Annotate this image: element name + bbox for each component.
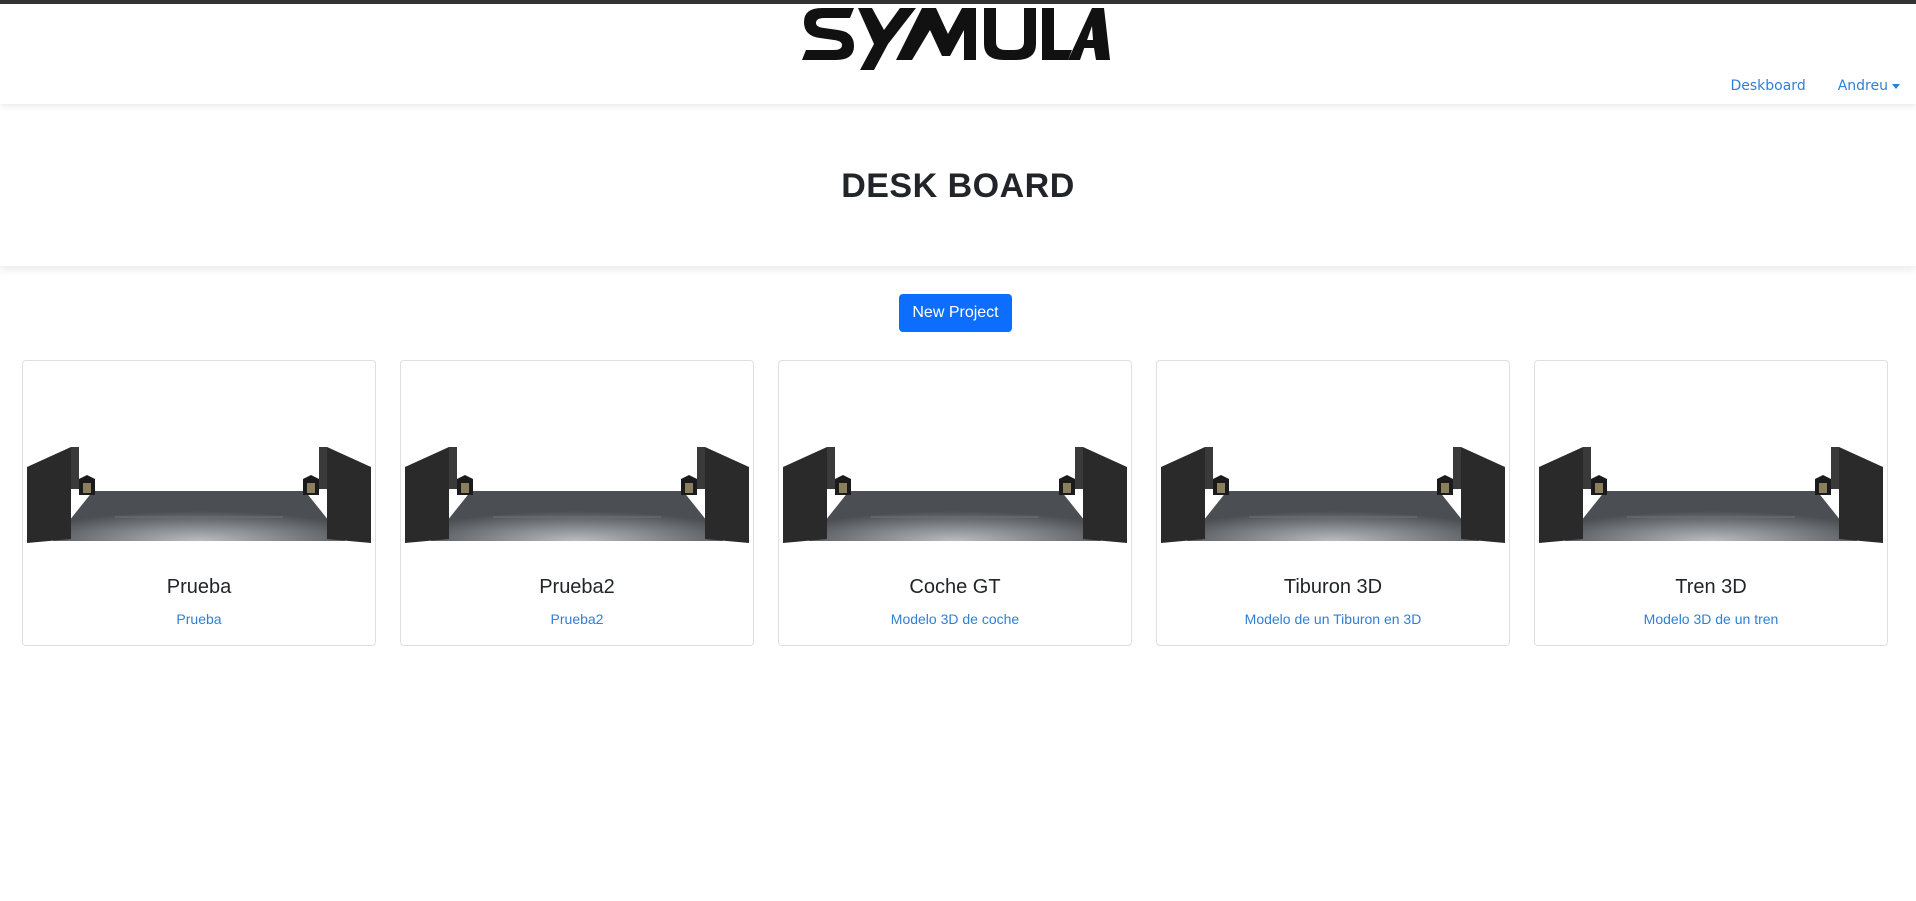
project-card[interactable]: Prueba2 Prueba2 [400, 360, 754, 646]
page-title: DESK BOARD [841, 166, 1075, 205]
project-description-link[interactable]: Prueba [23, 611, 375, 627]
user-menu-dropdown[interactable]: Andreu [1838, 78, 1900, 94]
site-header: Deskboard Andreu [0, 4, 1916, 104]
project-description-link[interactable]: Modelo 3D de coche [779, 611, 1131, 627]
project-card[interactable]: Coche GT Modelo 3D de coche [778, 360, 1132, 646]
project-title: Tren 3D [1675, 576, 1747, 598]
project-card[interactable]: Tiburon 3D Modelo de un Tiburon en 3D [1156, 360, 1510, 646]
project-card[interactable]: Prueba Prueba [22, 360, 376, 646]
project-title: Prueba [166, 576, 232, 598]
project-thumbnail [405, 447, 749, 543]
user-name: Andreu [1837, 78, 1888, 94]
project-description-link[interactable]: Prueba2 [401, 611, 753, 627]
project-title: Prueba2 [539, 576, 615, 598]
project-thumbnail [27, 447, 371, 543]
nav-deskboard-link[interactable]: Deskboard [1730, 78, 1805, 94]
project-grid: Prueba Prueba Prueba2 Prueba2 Coche GT M… [22, 360, 1888, 646]
project-title: Tiburon 3D [1283, 576, 1383, 598]
project-thumbnail [1161, 447, 1505, 543]
top-nav: Deskboard Andreu [1730, 78, 1900, 94]
project-description-link[interactable]: Modelo 3D de un tren [1535, 611, 1887, 627]
project-description-link[interactable]: Modelo de un Tiburon en 3D [1157, 611, 1509, 627]
project-thumbnail [783, 447, 1127, 543]
new-project-button[interactable]: New Project [899, 294, 1012, 332]
project-card[interactable]: Tren 3D Modelo 3D de un tren [1534, 360, 1888, 646]
project-thumbnail [1539, 447, 1883, 543]
symula-logo[interactable] [800, 4, 1110, 72]
caret-down-icon [1892, 83, 1900, 89]
page-hero: DESK BOARD [0, 106, 1916, 266]
project-title: Coche GT [909, 576, 1001, 598]
